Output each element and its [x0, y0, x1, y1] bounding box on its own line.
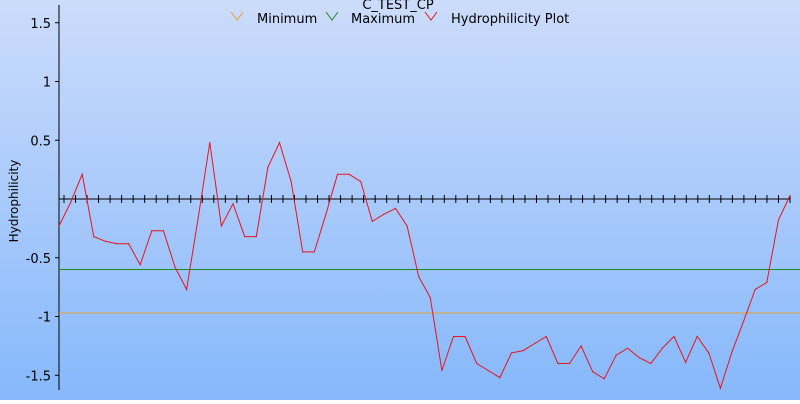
hydrophilicity-point — [162, 230, 165, 232]
hydrophilicity-point — [452, 335, 455, 338]
legend-maximum-label: Maximum — [351, 12, 415, 27]
chart-canvas: C_TEST_CP Minimum Maximum Hydrophilicity… — [0, 0, 800, 400]
hydrophilicity-point — [116, 243, 118, 245]
hydrophilicity-point — [128, 243, 130, 245]
hydrophilicity-point — [278, 142, 281, 144]
legend-hydrophilicity-label: Hydrophilicity Plot — [451, 12, 569, 27]
hydrophilicity-point — [754, 288, 756, 291]
hydrophilicity-point — [603, 378, 605, 380]
y-tick-label: 1 — [43, 76, 51, 91]
hydrophilicity-point — [499, 377, 501, 379]
hydrophilicity-point — [557, 362, 559, 365]
hydrophilicity-point — [777, 219, 779, 221]
legend-minimum-label: Minimum — [257, 12, 317, 27]
hydrophilicity-point — [267, 166, 269, 168]
hydrophilicity-point — [487, 369, 489, 372]
y-tick-label: 0.5 — [30, 134, 51, 149]
hydrophilicity-chart: C_TEST_CP Minimum Maximum Hydrophilicity… — [0, 0, 800, 400]
hydrophilicity-point — [244, 236, 246, 238]
hydrophilicity-point — [104, 240, 107, 242]
hydrophilicity-point — [673, 335, 675, 338]
hydrophilicity-point — [615, 354, 617, 356]
hydrophilicity-point — [650, 362, 652, 365]
hydrophilicity-point — [151, 230, 153, 232]
hydrophilicity-point — [592, 371, 594, 373]
hydrophilicity-point — [708, 352, 710, 354]
legend: Minimum Maximum Hydrophilicity Plot — [230, 11, 569, 27]
y-tick-label: -1.5 — [26, 369, 51, 384]
hydrophilicity-point — [371, 220, 373, 222]
hydrophilicity-point — [336, 173, 339, 175]
hydrophilicity-point — [232, 203, 234, 205]
hydrophilicity-point — [348, 173, 350, 175]
hydrophilicity-point — [197, 217, 199, 219]
hydrophilicity-point — [789, 194, 791, 197]
hydrophilicity-point — [742, 320, 745, 322]
hydrophilicity-point — [220, 225, 223, 227]
hydrophilicity-point — [93, 236, 95, 238]
hydrophilicity-point — [209, 142, 211, 144]
hydrophilicity-point — [139, 264, 141, 266]
hydrophilicity-point — [313, 251, 315, 253]
hydrophilicity-point — [534, 342, 536, 345]
y-tick-label: 1.5 — [30, 17, 51, 32]
hydrophilicity-point — [476, 362, 478, 365]
hydrophilicity-point — [568, 362, 571, 365]
hydrophilicity-point — [545, 335, 547, 338]
hydrophilicity-point — [174, 266, 176, 268]
hydrophilicity-point — [406, 225, 408, 227]
hydrophilicity-point — [186, 288, 188, 291]
hydrophilicity-point — [255, 236, 257, 238]
hydrophilicity-point — [510, 352, 513, 354]
hydrophilicity-point — [580, 345, 582, 347]
hydrophilicity-point — [661, 347, 663, 349]
chart-background — [0, 0, 800, 400]
hydrophilicity-point — [383, 213, 385, 215]
hydrophilicity-point — [360, 180, 362, 182]
hydrophilicity-point — [429, 297, 431, 299]
hydrophilicity-point — [441, 369, 443, 372]
hydrophilicity-point — [325, 213, 327, 215]
hydrophilicity-point — [731, 351, 733, 353]
hydrophilicity-point — [70, 201, 72, 204]
hydrophilicity-point — [418, 275, 420, 278]
hydrophilicity-point — [290, 180, 292, 182]
hydrophilicity-point — [464, 335, 466, 338]
y-axis-label: Hydrophilicity — [7, 160, 21, 243]
hydrophilicity-point — [522, 349, 524, 352]
hydrophilicity-point — [394, 207, 397, 209]
hydrophilicity-point — [58, 225, 60, 227]
hydrophilicity-point — [719, 387, 721, 389]
y-tick-label: -0.5 — [26, 252, 51, 267]
y-tick-label: -1 — [38, 311, 51, 326]
hydrophilicity-point — [626, 347, 629, 349]
hydrophilicity-point — [81, 173, 83, 175]
hydrophilicity-point — [638, 357, 640, 359]
hydrophilicity-point — [766, 281, 768, 284]
hydrophilicity-point — [684, 361, 687, 363]
hydrophilicity-point — [696, 335, 698, 338]
hydrophilicity-point — [302, 251, 304, 253]
